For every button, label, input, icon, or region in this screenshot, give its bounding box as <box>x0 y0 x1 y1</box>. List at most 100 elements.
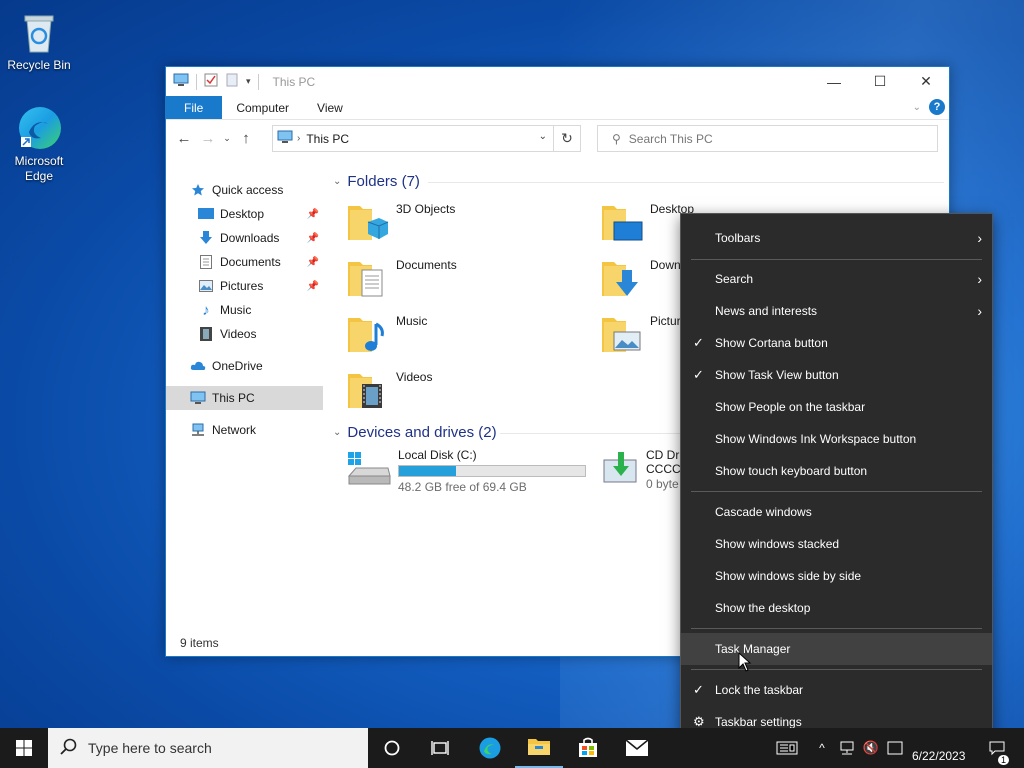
menu-item-label: Show People on the taskbar <box>715 400 866 414</box>
pin-icon[interactable]: 📌 <box>307 257 319 268</box>
folders-group-header[interactable]: ⌄ Folders (7) <box>333 173 420 190</box>
start-button[interactable] <box>0 728 48 768</box>
menu-item-show-the-desktop[interactable]: Show the desktop <box>681 592 992 624</box>
menu-item-show-windows-stacked[interactable]: Show windows stacked <box>681 528 992 560</box>
breadcrumb-this-pc[interactable]: This PC <box>306 132 349 146</box>
action-center-button[interactable]: 1 <box>982 728 1012 768</box>
pin-icon[interactable]: 📌 <box>307 281 319 292</box>
sidebar-item-label: Downloads <box>220 231 280 245</box>
sidebar-item-onedrive[interactable]: OneDrive <box>166 354 323 378</box>
back-button[interactable]: ← <box>172 130 196 147</box>
menu-item-label: Cascade windows <box>715 505 812 519</box>
sidebar-item-this-pc[interactable]: This PC <box>166 386 323 410</box>
network-tray-icon[interactable] <box>834 728 860 768</box>
tab-computer[interactable]: Computer <box>222 96 303 119</box>
search-input[interactable] <box>628 131 929 146</box>
title-bar[interactable]: ▾ This PC — ☐ ✕ <box>166 67 949 96</box>
sidebar-item-documents[interactable]: Documents 📌 <box>166 250 323 274</box>
sidebar-item-label: Network <box>212 423 257 437</box>
maximize-button[interactable]: ☐ <box>857 67 903 96</box>
menu-item-show-touch-keyboard[interactable]: Show touch keyboard button <box>681 455 992 487</box>
taskbar-date[interactable]: 6/22/2023 <box>912 749 965 763</box>
sidebar-item-pictures[interactable]: Pictures 📌 <box>166 274 323 298</box>
tab-file[interactable]: File <box>165 96 223 119</box>
menu-item-label: News and interests <box>715 304 818 318</box>
drive-local-disk-c[interactable]: Local Disk (C:) 48.2 GB free of 69.4 GB <box>346 448 586 494</box>
folder-pictures[interactable]: Pictur <box>600 312 681 356</box>
sidebar-item-music[interactable]: ♪ Music <box>166 298 323 322</box>
quick-access-toolbar: ▾ <box>166 73 259 90</box>
tab-view[interactable]: View <box>303 96 357 119</box>
minimize-button[interactable]: — <box>811 67 857 96</box>
collapse-chevron-icon[interactable]: ⌄ <box>333 176 341 187</box>
folder-icon <box>528 739 550 755</box>
recent-locations-button[interactable]: ⌄ <box>220 133 234 144</box>
menu-item-cascade-windows[interactable]: Cascade windows <box>681 496 992 528</box>
taskbar-search-input[interactable] <box>88 740 338 756</box>
sidebar-item-downloads[interactable]: Downloads 📌 <box>166 226 323 250</box>
taskbar[interactable]: ^ 🔇 6/22/2023 1 <box>0 728 1024 768</box>
drive-free-space: 0 byte <box>646 477 679 491</box>
properties-icon[interactable] <box>204 73 218 90</box>
search-box[interactable]: ⚲ <box>597 125 938 152</box>
up-button[interactable]: ↑ <box>234 130 258 147</box>
recycle-bin-icon <box>15 8 63 56</box>
language-tray-icon[interactable] <box>882 728 908 768</box>
menu-item-show-task-view-button[interactable]: ✓ Show Task View button <box>681 359 992 391</box>
folder-documents[interactable]: Documents <box>346 256 457 300</box>
volume-tray-icon[interactable]: 🔇 <box>858 728 884 768</box>
sidebar-item-desktop[interactable]: Desktop 📌 <box>166 202 323 226</box>
desktop-icon-edge[interactable]: Microsoft Edge <box>4 104 74 184</box>
menu-item-task-manager[interactable]: Task Manager <box>681 633 992 665</box>
menu-item-news-and-interests[interactable]: News and interests › <box>681 295 992 327</box>
file-explorer-taskbar-button[interactable] <box>515 728 563 768</box>
expand-ribbon-icon[interactable]: ⌄ <box>913 102 921 113</box>
sidebar-item-label: Quick access <box>212 183 284 197</box>
folder-music[interactable]: Music <box>346 312 427 356</box>
mail-taskbar-button[interactable] <box>613 728 661 768</box>
desktop-icon-label: Recycle Bin <box>7 58 71 72</box>
taskbar-search-box[interactable] <box>48 728 368 768</box>
folder-videos[interactable]: Videos <box>346 368 432 412</box>
downloads-folder-icon <box>600 256 644 300</box>
news-widget-icon[interactable] <box>763 728 811 768</box>
menu-item-label: Show Task View button <box>715 368 839 382</box>
refresh-button[interactable]: ↻ <box>553 125 581 152</box>
collapse-chevron-icon[interactable]: ⌄ <box>333 427 341 438</box>
drives-group-header[interactable]: ⌄ Devices and drives (2) <box>333 424 497 441</box>
search-icon <box>60 738 78 759</box>
music-folder-icon <box>346 312 390 356</box>
notification-icon <box>989 741 1005 756</box>
new-folder-icon[interactable] <box>225 73 239 90</box>
pin-icon[interactable]: 📌 <box>307 233 319 244</box>
menu-item-toolbars[interactable]: Toolbars › <box>681 222 992 254</box>
store-taskbar-button[interactable] <box>564 728 612 768</box>
ribbon-tabs: File Computer View ⌄ ? <box>165 96 949 120</box>
menu-item-show-cortana-button[interactable]: ✓ Show Cortana button <box>681 327 992 359</box>
menu-item-show-people[interactable]: Show People on the taskbar <box>681 391 992 423</box>
customize-dropdown-icon[interactable]: ▾ <box>246 76 251 87</box>
pin-icon[interactable]: 📌 <box>307 209 319 220</box>
sidebar-item-network[interactable]: Network <box>166 418 323 442</box>
close-button[interactable]: ✕ <box>903 67 949 96</box>
sidebar-item-videos[interactable]: Videos <box>166 322 323 346</box>
edge-taskbar-button[interactable] <box>466 728 514 768</box>
menu-item-show-windows-ink[interactable]: Show Windows Ink Workspace button <box>681 423 992 455</box>
task-view-button[interactable] <box>416 728 464 768</box>
folder-downloads[interactable]: Down <box>600 256 681 300</box>
desktop-icon-recycle-bin[interactable]: Recycle Bin <box>4 8 74 73</box>
breadcrumb-chevron-icon[interactable]: › <box>297 133 300 144</box>
address-dropdown-icon[interactable]: ⌄ <box>539 131 547 142</box>
address-bar[interactable]: › This PC ⌄ <box>272 125 554 152</box>
drive-cd[interactable]: CD Dr CCCC 0 byte <box>600 448 681 491</box>
menu-item-show-windows-side-by-side[interactable]: Show windows side by side <box>681 560 992 592</box>
show-hidden-icons-chevron-icon[interactable]: ^ <box>808 728 836 768</box>
sidebar-item-quick-access[interactable]: Quick access <box>166 178 323 202</box>
forward-button[interactable]: → <box>196 130 220 147</box>
folder-3d-objects[interactable]: 3D Objects <box>346 200 455 244</box>
cortana-button[interactable] <box>368 728 416 768</box>
menu-item-lock-the-taskbar[interactable]: ✓ Lock the taskbar <box>681 674 992 706</box>
help-icon[interactable]: ? <box>929 99 945 115</box>
menu-item-search[interactable]: Search › <box>681 263 992 295</box>
3d-objects-folder-icon <box>346 200 390 244</box>
